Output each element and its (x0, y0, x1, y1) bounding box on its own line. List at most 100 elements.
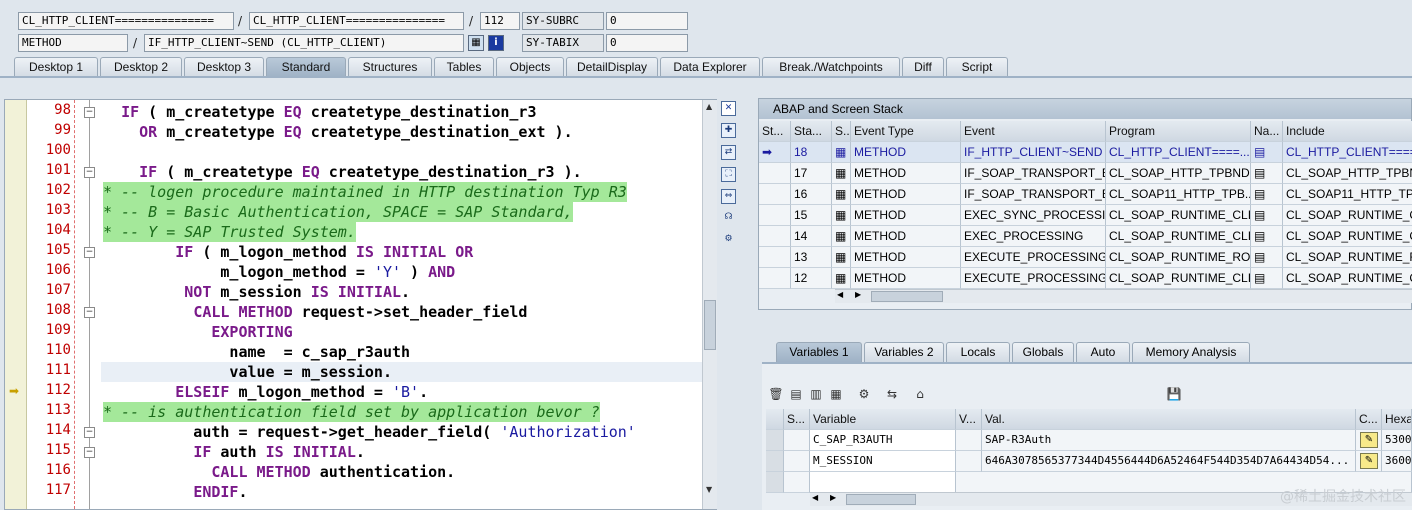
stack-horizontal-scrollbar[interactable]: ◀ ▶ (835, 289, 1412, 303)
var-value[interactable]: 646A3078565377344D4556444D6A52464F544D35… (982, 451, 1356, 472)
stack-level[interactable]: 17 (791, 163, 832, 184)
stack-header[interactable]: Na... (1251, 121, 1283, 142)
fold-toggle-icon[interactable]: − (84, 107, 95, 118)
stack-header[interactable]: Program (1106, 121, 1251, 142)
stack-program[interactable]: CL_SOAP_RUNTIME_CLI... (1106, 268, 1251, 289)
row-selector[interactable] (766, 451, 784, 472)
stack-level[interactable]: 12 (791, 268, 832, 289)
scroll-left-icon[interactable]: ◀ (837, 290, 843, 299)
stack-header[interactable]: Event (961, 121, 1106, 142)
insert-icon[interactable]: ▥ (808, 386, 824, 402)
new-tool-icon[interactable]: ✚ (721, 123, 736, 138)
stack-event-type[interactable]: METHOD (851, 226, 961, 247)
tab-memory-analysis[interactable]: Memory Analysis (1132, 342, 1250, 362)
stack-source-icon[interactable]: ▦ (832, 205, 851, 226)
tab-desktop-3[interactable]: Desktop 3 (184, 57, 264, 77)
var-select-header[interactable] (766, 409, 784, 430)
stack-event-type[interactable]: METHOD (851, 184, 961, 205)
add-variable-icon[interactable]: ▤ (788, 386, 804, 402)
stack-source-icon[interactable]: ▦ (832, 184, 851, 205)
navigate-icon[interactable]: ▤ (1251, 226, 1283, 247)
var-header[interactable]: S... (784, 409, 810, 430)
stack-event[interactable]: IF_SOAP_TRANSPORT_B... (961, 184, 1106, 205)
stack-source-icon[interactable]: ▦ (832, 142, 851, 163)
source-code-editor[interactable]: 98 99 100 101 102 103 104 105 106 107 10… (4, 99, 717, 510)
stack-level[interactable]: 18 (791, 142, 832, 163)
save-icon[interactable]: 💾 (1166, 386, 1182, 402)
include-field[interactable]: CL_HTTP_CLIENT=============== (249, 12, 464, 30)
stack-source-icon[interactable]: ▦ (832, 268, 851, 289)
stack-include[interactable]: CL_SOAP_RUNTIME_CL (1283, 268, 1412, 289)
hierarchy-icon[interactable]: ⚙ (856, 386, 872, 402)
stack-source-icon[interactable]: ▦ (832, 163, 851, 184)
scroll-left-icon[interactable]: ◀ (812, 493, 818, 502)
stack-program[interactable]: CL_SOAP_HTTP_TPBND... (1106, 163, 1251, 184)
tab-standard[interactable]: Standard (266, 57, 346, 77)
tab-structures[interactable]: Structures (348, 57, 432, 77)
sy-subrc-value[interactable]: 0 (606, 12, 688, 30)
navigate-icon[interactable]: ▤ (1251, 184, 1283, 205)
event-type-field[interactable]: METHOD (18, 34, 128, 52)
scroll-up-icon[interactable]: ▲ (706, 102, 712, 111)
var-header[interactable]: C... (1356, 409, 1382, 430)
stack-header[interactable]: Include (1283, 121, 1412, 142)
stack-program[interactable]: CL_SOAP_RUNTIME_RO... (1106, 247, 1251, 268)
tab-auto[interactable]: Auto (1076, 342, 1130, 362)
stack-include[interactable]: CL_SOAP_RUNTIME_RO (1283, 247, 1412, 268)
stack-event-type[interactable]: METHOD (851, 247, 961, 268)
row-selector[interactable] (766, 430, 784, 451)
tab-desktop-1[interactable]: Desktop 1 (14, 57, 98, 77)
scroll-thumb[interactable] (704, 300, 716, 350)
stack-event[interactable]: EXEC_SYNC_PROCESSING (961, 205, 1106, 226)
tab-tables[interactable]: Tables (434, 57, 494, 77)
var-value[interactable]: SAP-R3Auth (982, 430, 1356, 451)
stack-level[interactable]: 16 (791, 184, 832, 205)
tab-desktop-2[interactable]: Desktop 2 (100, 57, 182, 77)
edit-pencil-icon[interactable]: ✎ (1360, 432, 1378, 448)
var-header[interactable]: Variable (810, 409, 956, 430)
stack-include[interactable]: CL_SOAP_HTTP_TPBND (1283, 163, 1412, 184)
delete-icon[interactable]: 🗑 (768, 386, 784, 402)
line-number-field[interactable]: 112 (480, 12, 520, 30)
fold-toggle-icon[interactable]: − (84, 447, 95, 458)
scroll-down-icon[interactable]: ▼ (706, 485, 712, 494)
transfer-icon[interactable]: ⇆ (884, 386, 900, 402)
settings-icon[interactable]: ⚙ (721, 233, 736, 248)
fold-toggle-icon[interactable]: − (84, 247, 95, 258)
maximize-icon[interactable]: ⛶ (721, 167, 736, 182)
navigate-icon[interactable]: ▤ (1251, 268, 1283, 289)
scroll-thumb[interactable] (846, 494, 916, 505)
var-name[interactable]: M_SESSION (810, 451, 956, 472)
stack-header[interactable]: Event Type (851, 121, 961, 142)
var-name-empty[interactable] (810, 472, 956, 493)
program-field[interactable]: CL_HTTP_CLIENT=============== (18, 12, 234, 30)
var-header[interactable]: Hexa (1382, 409, 1412, 430)
stack-header[interactable]: St... (759, 121, 791, 142)
stack-program[interactable]: CL_SOAP11_HTTP_TPB... (1106, 184, 1251, 205)
tab-variables-2[interactable]: Variables 2 (864, 342, 944, 362)
breakpoint-column[interactable] (5, 100, 27, 509)
remove-icon[interactable]: ▦ (828, 386, 844, 402)
tab-script[interactable]: Script (946, 57, 1008, 77)
var-header[interactable]: V... (956, 409, 982, 430)
stack-program[interactable]: CL_HTTP_CLIENT====... (1106, 142, 1251, 163)
var-hex[interactable]: 3600 (1382, 451, 1412, 472)
row-selector[interactable] (766, 472, 784, 493)
info-icon[interactable]: i (488, 35, 504, 51)
stack-program[interactable]: CL_SOAP_RUNTIME_CLI... (1106, 226, 1251, 247)
stack-event[interactable]: IF_SOAP_TRANSPORT_B... (961, 163, 1106, 184)
close-icon[interactable]: ✕ (721, 101, 736, 116)
var-name[interactable]: C_SAP_R3AUTH (810, 430, 956, 451)
stack-include[interactable]: CL_SOAP_RUNTIME_CL (1283, 226, 1412, 247)
code-vertical-scrollbar[interactable]: ▲ ▼ (702, 100, 717, 509)
stack-event-type[interactable]: METHOD (851, 163, 961, 184)
tab-break-watchpoints[interactable]: Break./Watchpoints (762, 57, 900, 77)
stack-include[interactable]: CL_HTTP_CLIENT==== (1283, 142, 1412, 163)
event-field[interactable]: IF_HTTP_CLIENT~SEND (CL_HTTP_CLIENT) (144, 34, 464, 52)
stack-source-icon[interactable]: ▦ (832, 226, 851, 247)
tab-locals[interactable]: Locals (946, 342, 1010, 362)
tab-diff[interactable]: Diff (902, 57, 944, 77)
scroll-right-icon[interactable]: ▶ (855, 290, 861, 299)
stack-source-icon[interactable]: ▦ (832, 247, 851, 268)
fold-toggle-icon[interactable]: − (84, 307, 95, 318)
